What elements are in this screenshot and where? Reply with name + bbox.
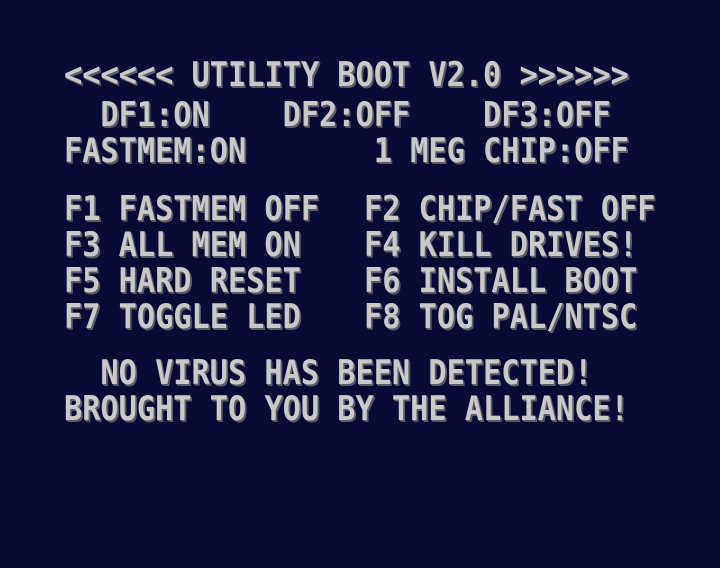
menu-row-4: F7 TOGGLE LED F8 TOG PAL/NTSC [64,300,684,334]
menu-option-f8[interactable]: F8 TOG PAL/NTSC [364,300,637,334]
menu-option-f7[interactable]: F7 TOGGLE LED [64,300,301,334]
menu-option-f4[interactable]: F4 KILL DRIVES! [364,228,637,262]
menu-option-f5[interactable]: F5 HARD RESET [64,264,301,298]
credits-message: BROUGHT TO YOU BY THE ALLIANCE! [64,389,629,429]
menu-row-1: F1 FASTMEM OFF F2 CHIP/FAST OFF [64,192,684,226]
menu-option-f3[interactable]: F3 ALL MEM ON [64,228,301,262]
menu-row-2: F3 ALL MEM ON F4 KILL DRIVES! [64,228,684,262]
menu-option-f6[interactable]: F6 INSTALL BOOT [364,264,637,298]
boot-screen: <<<<<< UTILITY BOOT V2.0 >>>>>> DF1:ON D… [0,0,720,568]
virus-status-message: NO VIRUS HAS BEEN DETECTED! [64,353,593,393]
memory-status-line: FASTMEM:ON 1 MEG CHIP:OFF [64,131,629,171]
title-banner: <<<<<< UTILITY BOOT V2.0 >>>>>> [64,55,629,95]
menu-option-f2[interactable]: F2 CHIP/FAST OFF [364,192,655,226]
menu-option-f1[interactable]: F1 FASTMEM OFF [64,192,319,226]
drive-status-line: DF1:ON DF2:OFF DF3:OFF [64,95,611,135]
menu-row-3: F5 HARD RESET F6 INSTALL BOOT [64,264,684,298]
